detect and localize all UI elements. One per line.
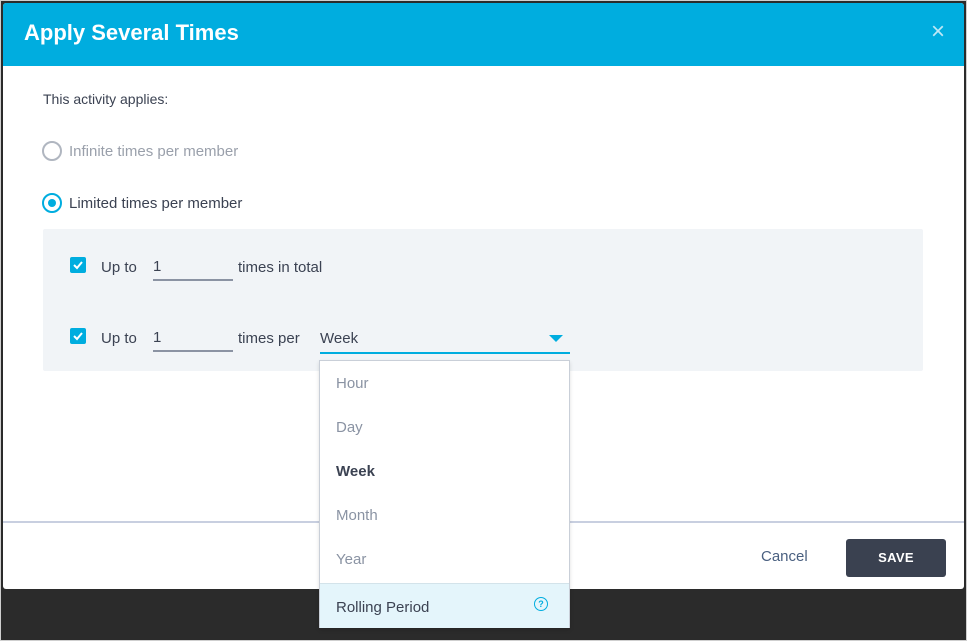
period-suffix: times per (238, 330, 300, 347)
dialog-header: Apply Several Times × (3, 3, 964, 66)
total-limit-checkbox[interactable] (70, 257, 86, 273)
option-label: Hour (336, 375, 369, 392)
dropdown-option-month[interactable]: Month (320, 493, 569, 537)
limited-option[interactable]: Limited times per member (42, 192, 242, 214)
period-prefix: Up to (101, 330, 137, 347)
infinite-option[interactable]: Infinite times per member (42, 140, 238, 162)
checkmark-icon (73, 332, 83, 341)
checkmark-icon (73, 261, 83, 270)
option-label: Week (336, 463, 375, 480)
limited-radio[interactable] (42, 193, 62, 213)
option-label: Month (336, 507, 378, 524)
option-label: Year (336, 551, 367, 568)
dropdown-option-hour[interactable]: Hour (320, 361, 569, 405)
option-label: Day (336, 419, 363, 436)
dropdown-option-rolling-period[interactable]: Rolling Period ? (320, 583, 569, 628)
dropdown-option-year[interactable]: Year (320, 537, 569, 581)
close-icon[interactable]: × (927, 20, 949, 44)
limited-option-label: Limited times per member (69, 194, 243, 212)
period-select[interactable]: Week (320, 324, 570, 354)
help-icon[interactable]: ? (534, 597, 548, 611)
total-prefix: Up to (101, 259, 137, 276)
period-limit-input[interactable] (153, 324, 233, 352)
period-limit-checkbox[interactable] (70, 328, 86, 344)
limit-settings-panel: Up to times in total Up to times per Wee… (43, 229, 923, 371)
total-suffix: times in total (238, 259, 323, 276)
caret-down-icon (549, 335, 563, 342)
cancel-button[interactable]: Cancel (761, 548, 808, 565)
option-label: Rolling Period (336, 599, 430, 616)
dropdown-option-week[interactable]: Week (320, 449, 569, 493)
infinite-radio[interactable] (42, 141, 62, 161)
dialog-title: Apply Several Times (24, 20, 239, 45)
period-select-value: Week (320, 330, 359, 347)
total-limit-input[interactable] (153, 253, 233, 281)
infinite-option-label: Infinite times per member (69, 142, 239, 160)
dropdown-option-day[interactable]: Day (320, 405, 569, 449)
applies-label: This activity applies: (43, 91, 169, 107)
period-dropdown-menu: Hour Day Week Month Year Rolling Period … (319, 360, 570, 628)
save-button[interactable]: SAVE (846, 539, 946, 577)
